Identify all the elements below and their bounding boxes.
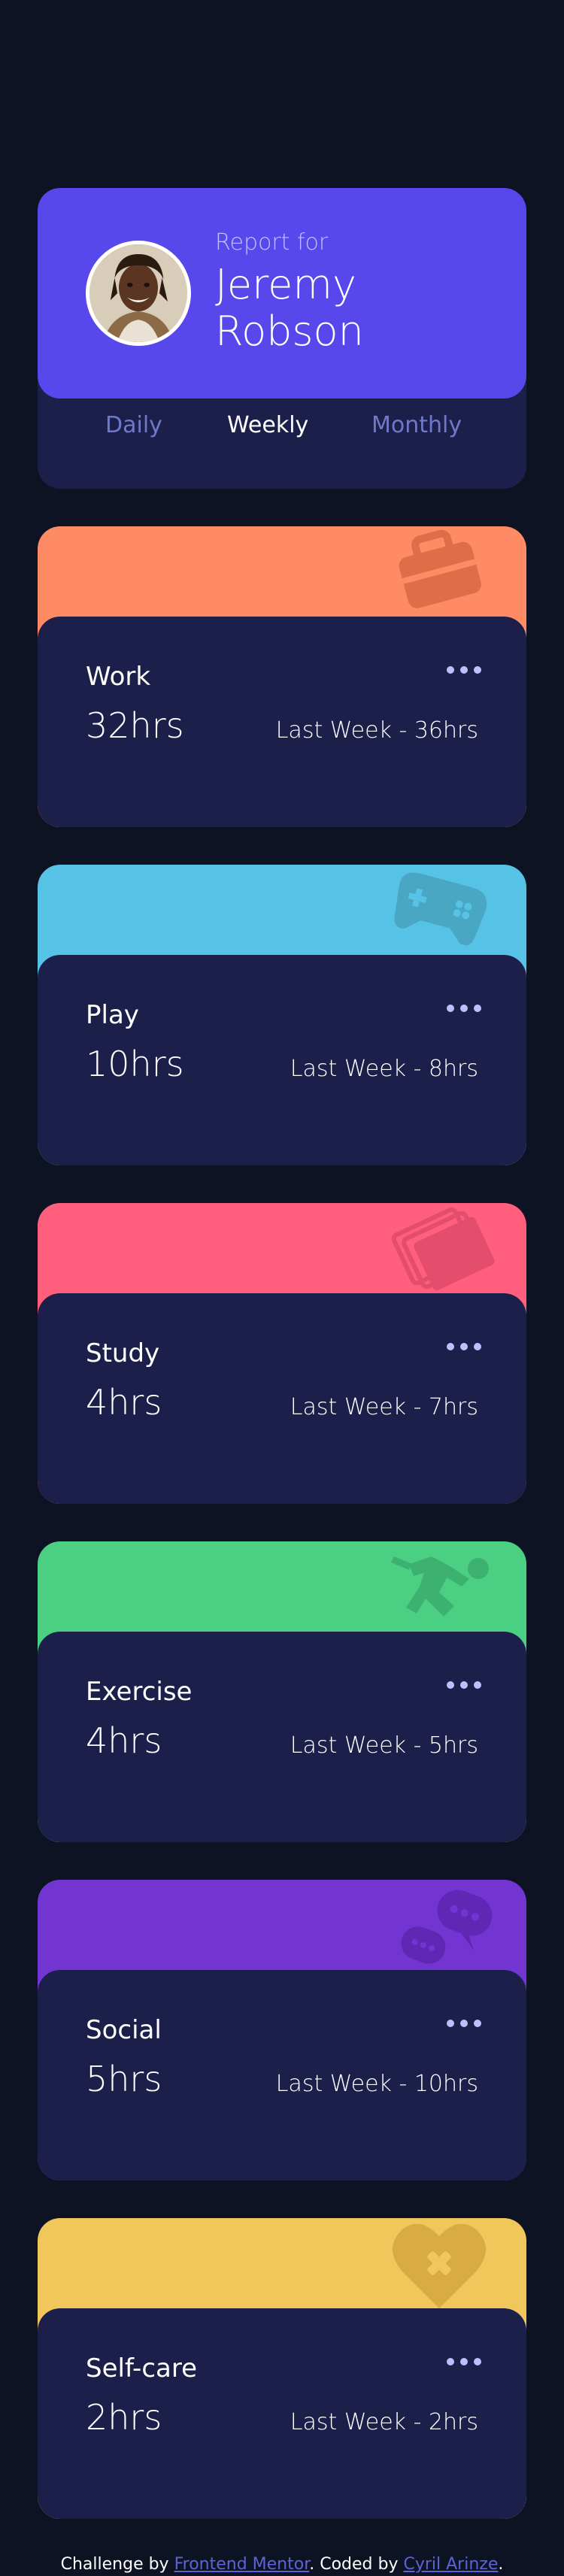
author-link[interactable]: Cyril Arinze [403, 2555, 498, 2574]
avatar-image [89, 244, 187, 342]
card-body: Social 5hrs Last Week - 10hrs [38, 1970, 526, 2181]
briefcase-icon [379, 526, 499, 617]
card-title: Social [86, 2015, 162, 2045]
ellipsis-icon[interactable] [447, 1677, 481, 1692]
card-previous-hours: Last Week - 10hrs [275, 2071, 478, 2097]
profile-header: Report for Jeremy Robson [38, 188, 526, 399]
card-current-hours: 10hrs [86, 1044, 184, 1084]
card-title: Exercise [86, 1677, 193, 1707]
card-body: Exercise 4hrs Last Week - 5hrs [38, 1632, 526, 1842]
footer-prefix: Challenge by [60, 2555, 174, 2574]
user-name: Jeremy Robson [215, 262, 501, 355]
timeframe-tabs: Daily Weekly Monthly [38, 412, 526, 472]
activity-card-study: Study 4hrs Last Week - 7hrs [38, 1203, 526, 1504]
tab-monthly[interactable]: Monthly [371, 412, 462, 438]
card-current-hours: 4hrs [86, 1720, 162, 1761]
activity-card-work: Work 32hrs Last Week - 36hrs [38, 526, 526, 827]
card-current-hours: 4hrs [86, 1382, 162, 1423]
card-previous-hours: Last Week - 36hrs [275, 717, 478, 744]
card-current-hours: 32hrs [86, 705, 184, 746]
ellipsis-icon[interactable] [447, 662, 481, 677]
card-current-hours: 5hrs [86, 2059, 162, 2099]
card-body: Self-care 2hrs Last Week - 2hrs [38, 2308, 526, 2519]
runner-icon [379, 1541, 499, 1632]
avatar [86, 241, 191, 346]
card-previous-hours: Last Week - 5hrs [290, 1732, 478, 1759]
chat-bubbles-icon [379, 1880, 499, 1970]
profile-card: Report for Jeremy Robson Daily Weekly Mo… [38, 188, 526, 489]
card-title: Study [86, 1338, 160, 1368]
tab-daily[interactable]: Daily [105, 412, 162, 438]
footer-middle: . Coded by [309, 2555, 404, 2574]
activity-card-self-care: Self-care 2hrs Last Week - 2hrs [38, 2218, 526, 2519]
card-body: Play 10hrs Last Week - 8hrs [38, 955, 526, 1165]
card-title: Work [86, 662, 151, 692]
user-first-name: Jeremy [215, 261, 356, 308]
card-previous-hours: Last Week - 7hrs [290, 1394, 478, 1420]
tab-weekly[interactable]: Weekly [227, 412, 308, 438]
card-previous-hours: Last Week - 8hrs [290, 1056, 478, 1082]
card-title: Play [86, 1000, 139, 1030]
card-previous-hours: Last Week - 2hrs [290, 2409, 478, 2435]
frontend-mentor-link[interactable]: Frontend Mentor [174, 2555, 310, 2574]
card-body: Work 32hrs Last Week - 36hrs [38, 617, 526, 827]
heart-icon [379, 2218, 499, 2308]
activity-card-exercise: Exercise 4hrs Last Week - 5hrs [38, 1541, 526, 1842]
book-icon [379, 1203, 499, 1293]
activity-card-play: Play 10hrs Last Week - 8hrs [38, 865, 526, 1165]
page: Report for Jeremy Robson Daily Weekly Mo… [0, 0, 564, 2576]
ellipsis-icon[interactable] [447, 2015, 481, 2030]
report-for-label: Report for [215, 229, 329, 256]
footer-suffix: . [498, 2555, 504, 2574]
card-title: Self-care [86, 2353, 198, 2384]
gamepad-icon [379, 865, 499, 955]
ellipsis-icon[interactable] [447, 2353, 481, 2368]
card-body: Study 4hrs Last Week - 7hrs [38, 1293, 526, 1504]
ellipsis-icon[interactable] [447, 1338, 481, 1353]
activity-card-social: Social 5hrs Last Week - 10hrs [38, 1880, 526, 2181]
card-current-hours: 2hrs [86, 2397, 162, 2438]
attribution-footer: Challenge by Frontend Mentor. Coded by C… [0, 2555, 564, 2574]
ellipsis-icon[interactable] [447, 1000, 481, 1015]
user-last-name: Robson [215, 308, 364, 355]
